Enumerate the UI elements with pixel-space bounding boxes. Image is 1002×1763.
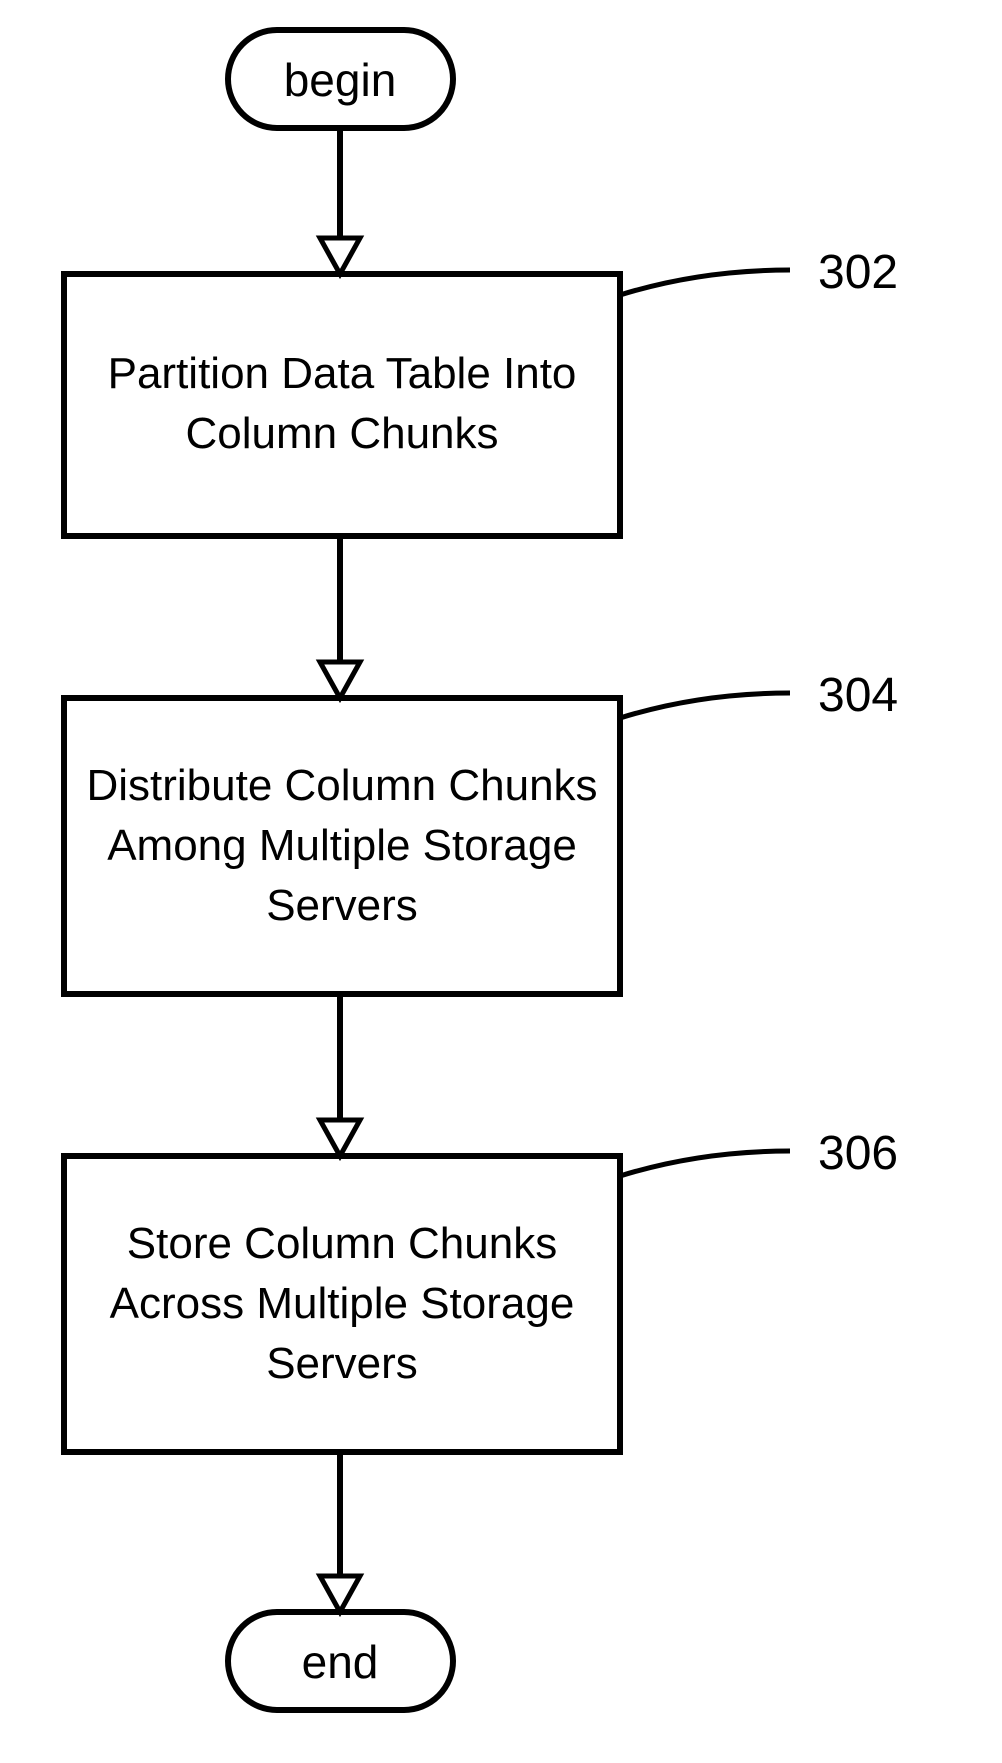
step-302-line1: Partition Data Table Into — [108, 349, 577, 398]
step-304-line2: Among Multiple Storage — [107, 821, 577, 870]
terminal-end-label: end — [302, 1636, 379, 1688]
flowchart: begin Partition Data Table Into Column C… — [0, 0, 1002, 1763]
arrow-begin-to-step1 — [320, 128, 360, 274]
terminal-begin-label: begin — [284, 54, 397, 106]
arrow-step3-to-end — [320, 1452, 360, 1612]
step-306-line1: Store Column Chunks — [127, 1219, 557, 1268]
step-306-line2: Across Multiple Storage — [110, 1279, 575, 1328]
step-306-line3: Servers — [266, 1339, 418, 1388]
step-302-leader: 302 — [620, 246, 898, 299]
step-302-line2: Column Chunks — [185, 409, 498, 458]
terminal-end: end — [228, 1612, 453, 1710]
step-304-line1: Distribute Column Chunks — [86, 761, 597, 810]
terminal-begin: begin — [228, 30, 453, 128]
step-302: Partition Data Table Into Column Chunks — [64, 274, 620, 536]
step-304-leader: 304 — [620, 669, 898, 722]
step-304-ref: 304 — [818, 669, 898, 722]
step-304: Distribute Column Chunks Among Multiple … — [64, 698, 620, 994]
arrow-step2-to-step3 — [320, 994, 360, 1156]
step-306: Store Column Chunks Across Multiple Stor… — [64, 1156, 620, 1452]
step-306-ref: 306 — [818, 1127, 898, 1180]
arrow-step1-to-step2 — [320, 536, 360, 698]
step-302-ref: 302 — [818, 246, 898, 299]
step-304-line3: Servers — [266, 881, 418, 930]
step-306-leader: 306 — [620, 1127, 898, 1180]
